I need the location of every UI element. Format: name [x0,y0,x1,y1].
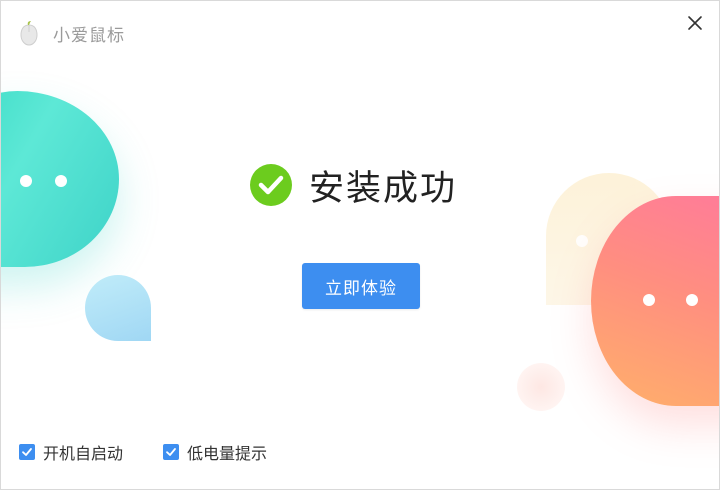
check-circle-icon [249,163,293,207]
checkbox-checked-icon[interactable] [163,444,179,460]
mascot-eye [643,294,655,306]
close-button[interactable] [683,11,707,35]
checkbox-checked-icon[interactable] [19,444,35,460]
try-now-button[interactable]: 立即体验 [302,263,420,309]
mascot-eye [55,175,67,187]
mascot-eye [576,235,588,247]
app-title: 小爱鼠标 [53,26,125,46]
autostart-label: 开机自启动 [43,444,124,463]
close-icon [688,16,702,30]
faint-circle-decoration [517,363,565,411]
mascot-eye [686,294,698,306]
installer-window: 小爱鼠标 安装成功 立即体验 开机自启动 低电量提示 [0,0,720,490]
mouse-logo-icon [17,20,41,46]
low-battery-alert-checkbox[interactable]: 低电量提示 [163,441,267,463]
teal-mascot [1,91,119,267]
install-status: 安装成功 [249,161,457,209]
title-bar: 小爱鼠标 [1,1,719,61]
status-text: 安装成功 [309,168,458,209]
mascot-eye [20,175,32,187]
low-battery-alert-label: 低电量提示 [187,444,268,463]
blue-drop-decoration [85,275,151,341]
autostart-checkbox[interactable]: 开机自启动 [19,441,123,463]
